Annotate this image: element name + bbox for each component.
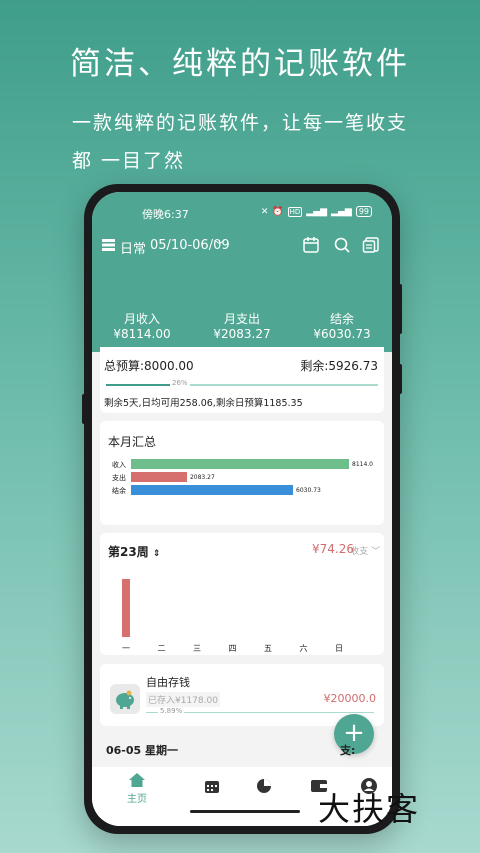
search-icon[interactable]: [333, 236, 351, 254]
battery-icon: 99: [355, 206, 372, 217]
balance-label: 结余: [329, 312, 354, 326]
monthly-bar: [131, 472, 187, 482]
monthly-bar-label: 支出: [112, 474, 126, 482]
budget-percent: 26%: [170, 379, 190, 387]
monthly-summary-title: 本月汇总: [108, 435, 157, 449]
monthly-bar-row: 支出 2083.27: [112, 472, 377, 484]
expense-value: ¥2083.27: [213, 327, 271, 341]
nav-statistics[interactable]: [249, 773, 279, 797]
saving-saved: 已存入¥1178.00: [146, 692, 220, 707]
week-amount: ¥74.26: [312, 542, 354, 556]
phone-side-button: [82, 394, 86, 424]
promo-subtitle-line1: 一款纯粹的记账软件，让每一笔收支: [72, 112, 409, 134]
expense-summary[interactable]: 月支出 ¥2083.27: [192, 312, 292, 342]
app-header: 傍晚6:37 ✕ ⏰ HD ▂▄▆ ▂▄▆ 99 日常 05/10-06/09: [92, 192, 392, 352]
monthly-bar-value: 8114.0: [352, 461, 373, 468]
week-type-select[interactable]: 收支 ﹀: [350, 544, 380, 557]
status-bar: 傍晚6:37 ✕ ⏰ HD ▂▄▆ ▂▄▆ 99: [92, 206, 392, 222]
nav-home[interactable]: 主页: [122, 773, 152, 805]
promo-subtitle-line2: 都 一目了然: [72, 150, 186, 172]
weekly-day-label: 一: [122, 644, 130, 653]
mute-icon: ✕: [260, 206, 269, 217]
home-indicator: [190, 810, 300, 813]
monthly-bar-value: 6030.73: [296, 487, 321, 494]
ledger-icon[interactable]: [102, 239, 115, 251]
week-selector[interactable]: 第23周 ⇕: [108, 543, 160, 560]
saving-goal: ¥20000.0: [323, 692, 377, 705]
week-type-label: 收支: [350, 547, 369, 557]
home-icon: [129, 773, 145, 787]
chevron-down-icon: ﹀: [370, 547, 380, 557]
signal-icon: ▂▄▆: [331, 206, 352, 217]
nav-calendar[interactable]: [197, 773, 227, 796]
weekly-day-label: 六: [299, 644, 308, 653]
expense-label: 月支出: [223, 312, 260, 326]
monthly-bar-value: 2083.27: [189, 474, 215, 481]
monthly-bar: [131, 459, 349, 469]
budget-progress: 26%: [106, 379, 378, 387]
watermark: 大扶客: [318, 790, 421, 828]
weekly-day-label: 四: [228, 644, 237, 653]
nav-home-label: 主页: [127, 794, 147, 805]
budget-total: 总预算:8000.00: [104, 359, 194, 373]
phone-side-button: [398, 364, 402, 394]
budget-progress-fill: [106, 384, 177, 386]
status-icons: ✕ ⏰ HD ▂▄▆ ▂▄▆ 99: [261, 206, 372, 217]
promo-subtitle: 一款纯粹的记账软件，让每一笔收支 都 一目了然: [72, 104, 422, 180]
phone-side-button: [398, 284, 402, 334]
alarm-icon: ⏰: [272, 206, 284, 217]
ledger-name[interactable]: 日常: [120, 238, 146, 257]
calendar-icon[interactable]: [302, 236, 320, 254]
promo-title: 简洁、纯粹的记账软件: [70, 46, 410, 82]
day-group-date: 06-05 星期一: [106, 744, 179, 757]
budget-note: 剩余5天,日均可用258.06,剩余日预算1185.35: [104, 398, 303, 409]
bill-icon[interactable]: [362, 236, 380, 254]
hd-icon: HD: [287, 206, 303, 217]
monthly-bar: [131, 485, 294, 495]
pie-chart-icon: [257, 779, 271, 793]
weekly-day-label: 五: [264, 644, 272, 653]
balance-value: ¥6030.73: [313, 327, 371, 341]
monthly-summary-card[interactable]: 本月汇总 收入 8114.0 支出 2083.27 结余 6030.73: [100, 421, 384, 525]
weekly-bar: [122, 579, 130, 637]
month-summary: 月收入 ¥8114.00 月支出 ¥2083.27 结余 ¥6030.73: [92, 312, 392, 342]
monthly-bar-label: 收入: [112, 461, 126, 469]
saving-card[interactable]: 自由存钱 已存入¥1178.00 ¥20000.0 5.89%: [100, 664, 384, 726]
budget-card[interactable]: 总预算:8000.00 剩余:5926.73 26% 剩余5天,日均可用258.…: [100, 347, 384, 413]
day-group-expense: 支:: [340, 744, 356, 757]
budget-remaining: 剩余:5926.73: [300, 359, 378, 373]
monthly-bar-row: 收入 8114.0: [112, 459, 377, 471]
saving-percent: 5.89%: [158, 707, 185, 715]
saving-name: 自由存钱: [146, 676, 190, 689]
signal-icon: ▂▄▆: [306, 206, 328, 217]
top-bar: 日常 05/10-06/09 ﹀: [92, 236, 392, 258]
income-value: ¥8114.00: [113, 327, 171, 341]
weekly-day-label: 二: [157, 644, 166, 653]
income-label: 月收入: [123, 312, 160, 326]
status-time: 傍晚6:37: [142, 208, 189, 221]
monthly-bar-row: 结余 6030.73: [112, 485, 377, 497]
week-title: 第23周: [108, 545, 149, 559]
phone-screen: 傍晚6:37 ✕ ⏰ HD ▂▄▆ ▂▄▆ 99 日常 05/10-06/09: [92, 192, 392, 826]
weekly-day-label: 日: [335, 644, 343, 653]
balance-summary[interactable]: 结余 ¥6030.73: [292, 312, 392, 342]
phone-frame: 傍晚6:37 ✕ ⏰ HD ▂▄▆ ▂▄▆ 99 日常 05/10-06/09: [82, 184, 402, 834]
chevron-down-icon[interactable]: ﹀: [214, 237, 225, 253]
piggy-bank-icon: [110, 684, 140, 714]
sort-icon: ⇕: [152, 549, 161, 559]
income-summary[interactable]: 月收入 ¥8114.00: [92, 312, 192, 342]
monthly-bar-label: 结余: [112, 487, 126, 495]
calendar-icon: [205, 781, 219, 793]
weekly-day-label: 三: [193, 644, 201, 653]
weekly-card[interactable]: 第23周 ⇕ ¥74.26 收支 ﹀ 一 二 三 四 五 六 日: [100, 533, 384, 655]
